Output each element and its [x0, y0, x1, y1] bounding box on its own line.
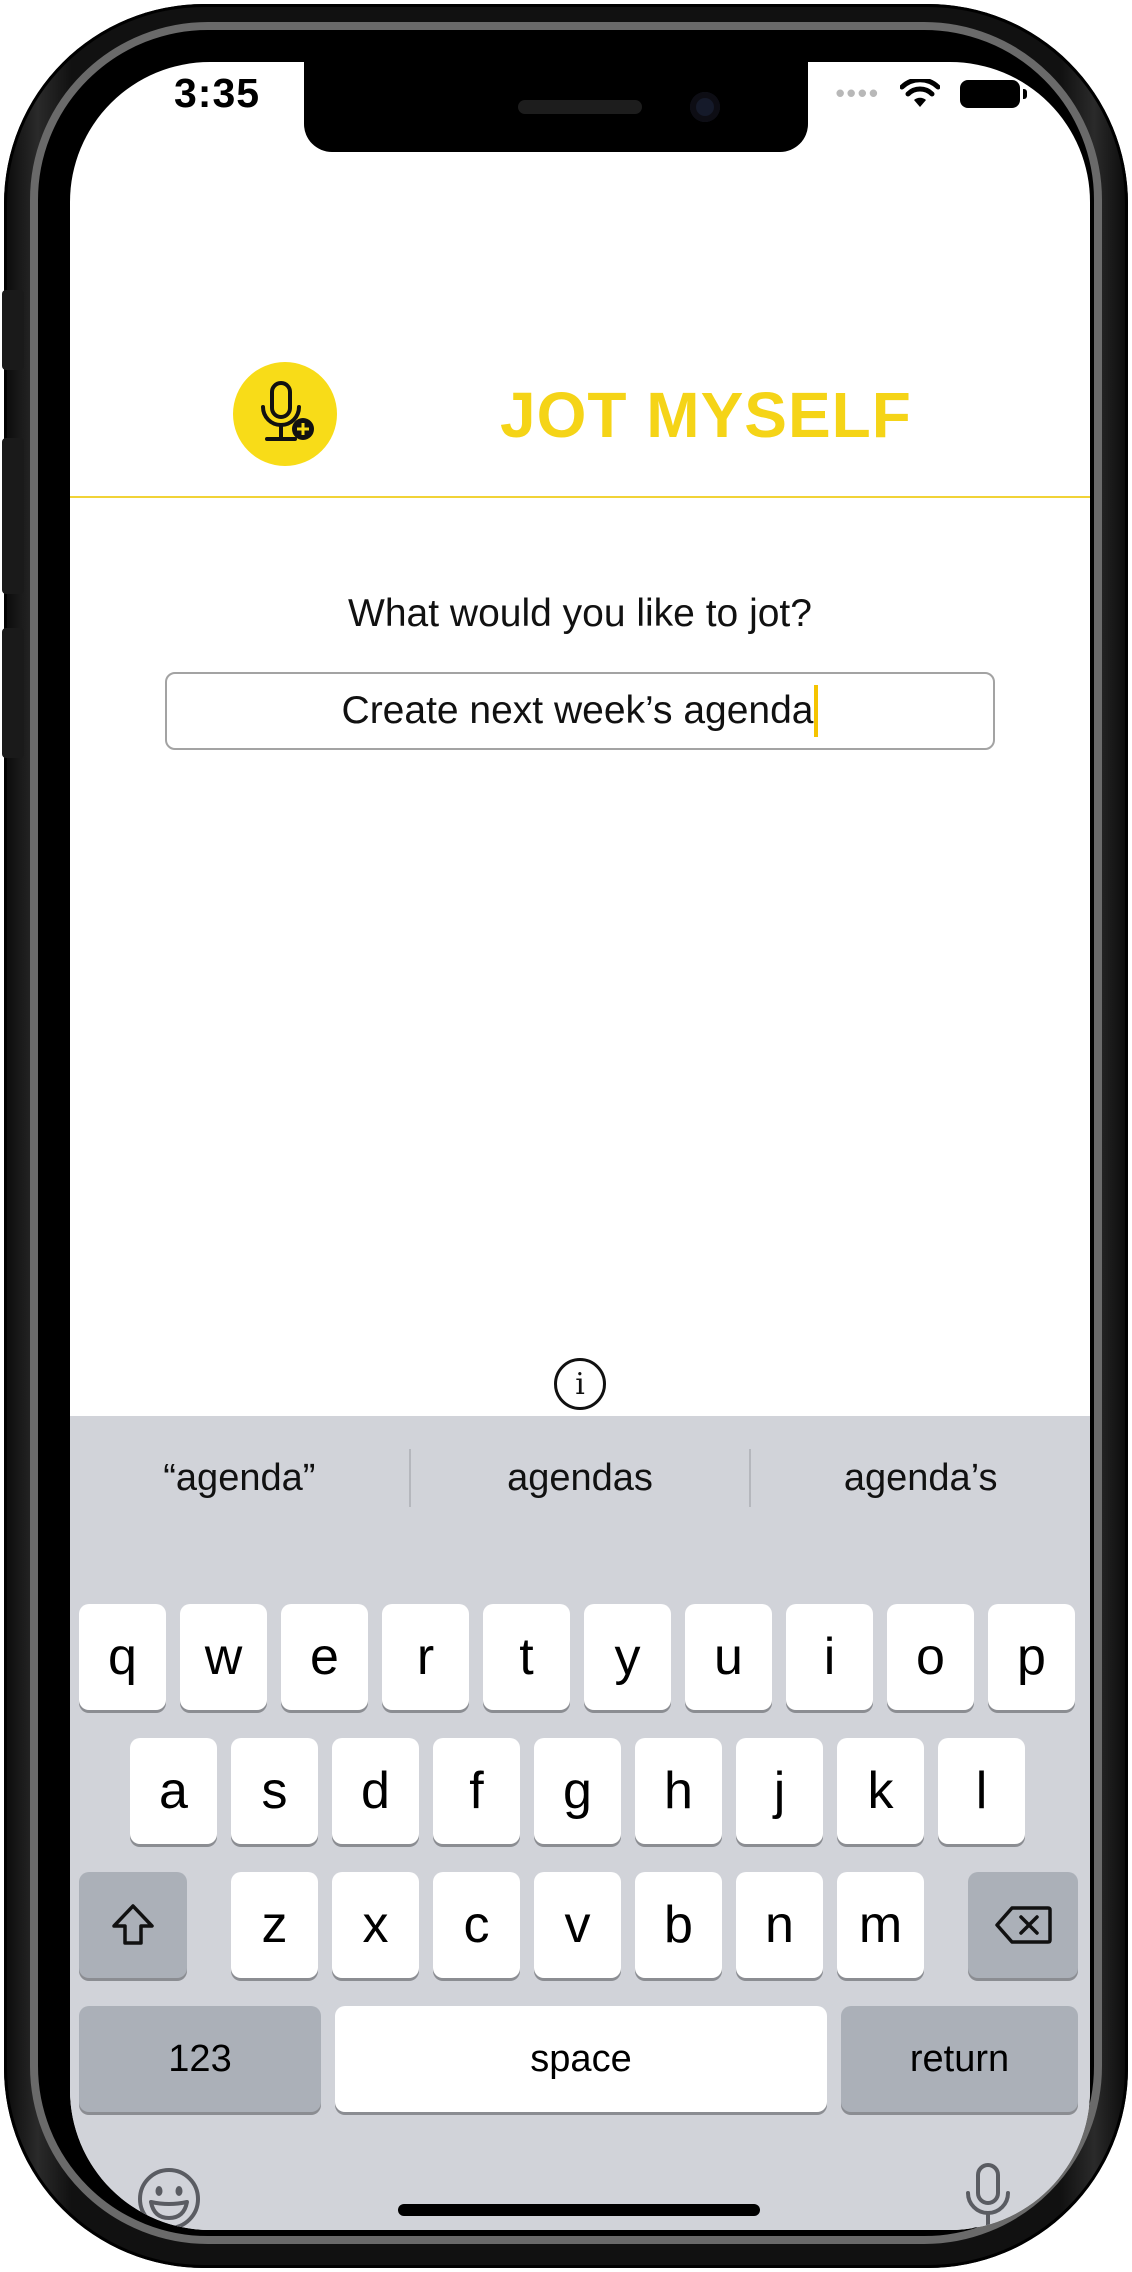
backspace-icon	[995, 1906, 1052, 1944]
key-e[interactable]: e	[281, 1604, 368, 1710]
key-h[interactable]: h	[635, 1738, 722, 1844]
microphone-plus-icon[interactable]	[233, 362, 337, 466]
text-caret	[814, 685, 819, 737]
key-g[interactable]: g	[534, 1738, 621, 1844]
key-d[interactable]: d	[332, 1738, 419, 1844]
key-j[interactable]: j	[736, 1738, 823, 1844]
key-f[interactable]: f	[433, 1738, 520, 1844]
volume-down-button	[2, 628, 24, 758]
suggestion-bar: “agenda” agendas agenda’s	[70, 1416, 1090, 1540]
keyboard: “agenda” agendas agenda’s q w e r t y u …	[70, 1416, 1090, 2230]
space-key[interactable]: space	[335, 2006, 827, 2112]
app-header: JOT MYSELF	[70, 62, 1090, 498]
shift-key[interactable]	[79, 1872, 187, 1978]
phone-screen: 3:35 •••• JOT MYSELF What would you like…	[70, 62, 1090, 2230]
key-u[interactable]: u	[685, 1604, 772, 1710]
suggestion-item[interactable]: “agenda”	[70, 1457, 409, 1500]
delete-key[interactable]	[968, 1872, 1078, 1978]
numbers-key[interactable]: 123	[79, 2006, 321, 2112]
key-m[interactable]: m	[837, 1872, 924, 1978]
return-key[interactable]: return	[841, 2006, 1078, 2112]
header-divider	[70, 496, 1090, 498]
key-k[interactable]: k	[837, 1738, 924, 1844]
key-y[interactable]: y	[584, 1604, 671, 1710]
silent-switch	[2, 290, 24, 370]
suggestion-item[interactable]: agenda’s	[751, 1457, 1090, 1500]
key-r[interactable]: r	[382, 1604, 469, 1710]
key-i[interactable]: i	[786, 1604, 873, 1710]
jot-input[interactable]: Create next week’s agenda	[165, 672, 995, 750]
key-z[interactable]: z	[231, 1872, 318, 1978]
key-t[interactable]: t	[483, 1604, 570, 1710]
key-o[interactable]: o	[887, 1604, 974, 1710]
key-w[interactable]: w	[180, 1604, 267, 1710]
app-title: JOT MYSELF	[500, 379, 912, 451]
key-s[interactable]: s	[231, 1738, 318, 1844]
key-v[interactable]: v	[534, 1872, 621, 1978]
emoji-face-icon[interactable]	[134, 2164, 204, 2230]
key-b[interactable]: b	[635, 1872, 722, 1978]
key-x[interactable]: x	[332, 1872, 419, 1978]
key-p[interactable]: p	[988, 1604, 1075, 1710]
microphone-icon[interactable]	[958, 2158, 1018, 2230]
info-circle-icon[interactable]: i	[554, 1358, 606, 1410]
home-indicator[interactable]	[398, 2204, 760, 2216]
shift-arrow-icon	[112, 1904, 154, 1945]
key-n[interactable]: n	[736, 1872, 823, 1978]
jot-input-value: Create next week’s agenda	[341, 689, 814, 732]
volume-up-button	[2, 438, 24, 594]
key-q[interactable]: q	[79, 1604, 166, 1710]
jot-prompt: What would you like to jot?	[348, 592, 812, 635]
suggestion-item[interactable]: agendas	[411, 1457, 750, 1500]
key-l[interactable]: l	[938, 1738, 1025, 1844]
key-a[interactable]: a	[130, 1738, 217, 1844]
key-c[interactable]: c	[433, 1872, 520, 1978]
